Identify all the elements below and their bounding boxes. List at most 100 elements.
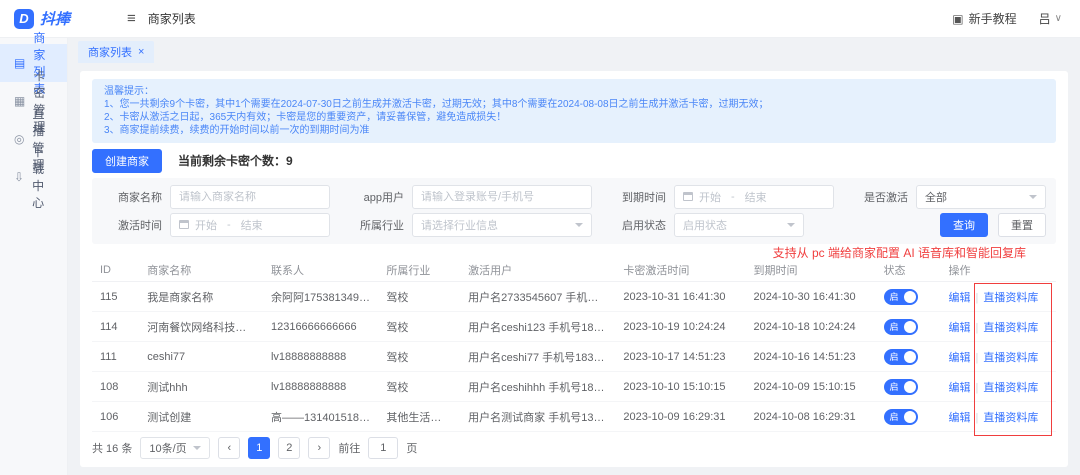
logo-text: 抖捧 (40, 11, 71, 28)
chevron-down-icon: ∨ (1054, 13, 1062, 24)
tab-label: 商家列表 (88, 46, 132, 59)
cell-user: 用户名ceshi123 手机号18888... (460, 311, 616, 342)
merchant-name-input[interactable] (179, 190, 321, 203)
prev-page-button[interactable]: ‹ (218, 437, 241, 459)
cell-contact: lv18888888888 (262, 341, 379, 372)
cell-industry: 驾校 (378, 341, 461, 372)
enable-status-placeholder: 启用状态 (683, 219, 727, 232)
col-header-status: 状态 (875, 259, 941, 282)
live-library-link[interactable]: 直播资料库 (983, 352, 1038, 364)
calendar-icon (683, 192, 693, 201)
cell-expire: 2024-10-16 14:51:23 (745, 341, 876, 372)
expire-date-range[interactable]: 开始 - 结束 (674, 184, 834, 209)
app-user-input[interactable] (421, 190, 583, 203)
edit-link[interactable]: 编辑 (949, 322, 971, 334)
live-library-link[interactable]: 直播资料库 (983, 322, 1038, 334)
enable-status-select[interactable]: 启用状态 (674, 212, 804, 237)
sidebar-item-label: 下载中心 (32, 145, 45, 210)
status-toggle[interactable]: 启 (883, 408, 918, 425)
cell-name: 河南餐饮网络科技有限... (139, 311, 263, 342)
edit-link[interactable]: 编辑 (949, 292, 971, 304)
content: 温馨提示： 1、您一共剩余9个卡密，其中1个需要在2024-07-30日之前生成… (68, 63, 1080, 475)
live-icon: ◎ (14, 132, 25, 146)
logo-icon: D (14, 8, 34, 29)
pagination: 共 16 条 10条/页 ‹ 1 2 › 前往 页 (92, 437, 1056, 459)
merchant-table: ID 商家名称 联系人 所属行业 激活用户 卡密激活时间 到期时间 状态 操作 (92, 259, 1056, 432)
edit-link[interactable]: 编辑 (949, 412, 971, 424)
cell-activated: 2023-10-19 10:24:24 (615, 311, 746, 342)
cell-user: 用户名ceshi77 手机号183006... (460, 341, 616, 372)
industry-select[interactable]: 请选择行业信息 (412, 212, 592, 237)
alert-line: 2、卡密从激活之日起，365天内有效；卡密是您的重要资产，请妥善保管，避免造成损… (104, 111, 507, 123)
live-library-link[interactable]: 直播资料库 (983, 382, 1038, 394)
cell-id: 111 (92, 341, 140, 372)
cell-industry: 驾校 (378, 281, 461, 312)
cell-contact: 12316666666666 (262, 311, 379, 342)
user-menu[interactable]: 吕 ∨ (1039, 10, 1062, 27)
page-size-select[interactable]: 10条/页 (140, 437, 211, 459)
app-user-label: app用户 (363, 191, 404, 204)
search-button[interactable]: 查询 (940, 212, 988, 237)
live-library-link[interactable]: 直播资料库 (983, 412, 1038, 424)
cell-contact: lv18888888888 (262, 371, 379, 402)
activate-date-range[interactable]: 开始 - 结束 (170, 212, 330, 237)
status-toggle[interactable]: 启 (883, 348, 918, 365)
goto-page-input[interactable] (368, 437, 399, 459)
range-end: 结束 (240, 219, 263, 232)
col-header-activated: 卡密激活时间 (615, 259, 746, 282)
remaining-cards-label: 当前剩余卡密个数：9 (178, 154, 293, 168)
cell-user: 用户名2733545607 手机号17... (460, 281, 616, 312)
is-activated-value: 全部 (925, 191, 947, 204)
edit-link[interactable]: 编辑 (949, 382, 971, 394)
is-activated-select[interactable]: 全部 (916, 184, 1046, 209)
cell-activated: 2023-10-10 15:10:15 (615, 371, 746, 402)
page-button-2[interactable]: 2 (278, 437, 301, 459)
cell-contact: 余阿阿17538134962 (262, 281, 379, 312)
col-header-id: ID (92, 259, 140, 282)
sidebar: ▤ 商家列表 ▦ 卡密管理 ◎ 直播管理 ⇩ 下载中心 (0, 31, 68, 475)
col-header-industry: 所属行业 (378, 259, 461, 282)
reset-button[interactable]: 重置 (998, 212, 1046, 237)
cell-industry: 其他生活服务 (378, 401, 461, 432)
tabbar: 商家列表 × (68, 38, 1080, 63)
annotation-text: 支持从 pc 端给商家配置 AI 语音库和智能回复库 (772, 245, 1026, 260)
activate-time-label: 激活时间 (118, 219, 162, 232)
create-merchant-button[interactable]: 创建商家 (92, 148, 162, 173)
download-icon: ⇩ (14, 170, 25, 184)
close-icon[interactable]: × (138, 46, 144, 58)
status-toggle[interactable]: 启 (883, 318, 918, 335)
chevron-down-icon (787, 222, 795, 227)
toggle-knob (903, 350, 916, 363)
enable-status-label: 启用状态 (622, 219, 666, 232)
cell-name: ceshi77 (139, 341, 263, 372)
range-end: 结束 (744, 191, 767, 204)
table-row: 108 测试hhh lv18888888888 驾校 用户名ceshihhh 手… (92, 371, 1056, 402)
next-page-button[interactable]: › (308, 437, 331, 459)
status-toggle[interactable]: 启 (883, 288, 918, 305)
shop-icon: ▤ (14, 56, 26, 70)
live-library-link[interactable]: 直播资料库 (983, 292, 1038, 304)
collapse-menu-icon[interactable]: ≡ (127, 10, 136, 27)
chevron-down-icon (1029, 194, 1037, 199)
cell-industry: 驾校 (378, 311, 461, 342)
col-header-expire: 到期时间 (745, 259, 876, 282)
cell-activated: 2023-10-09 16:29:31 (615, 401, 746, 432)
card-icon: ▦ (14, 94, 26, 108)
page-button-1[interactable]: 1 (248, 437, 271, 459)
app-user-input-wrap (412, 184, 592, 209)
edit-link[interactable]: 编辑 (949, 352, 971, 364)
breadcrumb: 商家列表 (147, 12, 196, 26)
topbar-right: ▣ 新手教程 吕 ∨ (952, 10, 1080, 27)
tutorial-link[interactable]: ▣ 新手教程 (952, 10, 1016, 27)
toolbar: 创建商家 当前剩余卡密个数：9 (92, 148, 1056, 173)
page-size-value: 10条/页 (149, 443, 187, 455)
expire-time-label: 到期时间 (622, 191, 666, 204)
status-toggle[interactable]: 启 (883, 378, 918, 395)
cell-name: 测试hhh (139, 371, 263, 402)
tab-merchant-list[interactable]: 商家列表 × (78, 40, 155, 63)
cell-activated: 2023-10-31 16:41:30 (615, 281, 746, 312)
tutorial-icon: ▣ (952, 11, 964, 26)
alert-title: 温馨提示： (104, 85, 154, 97)
col-header-name: 商家名称 (139, 259, 263, 282)
sidebar-item-download-center[interactable]: ⇩ 下载中心 (0, 145, 67, 210)
